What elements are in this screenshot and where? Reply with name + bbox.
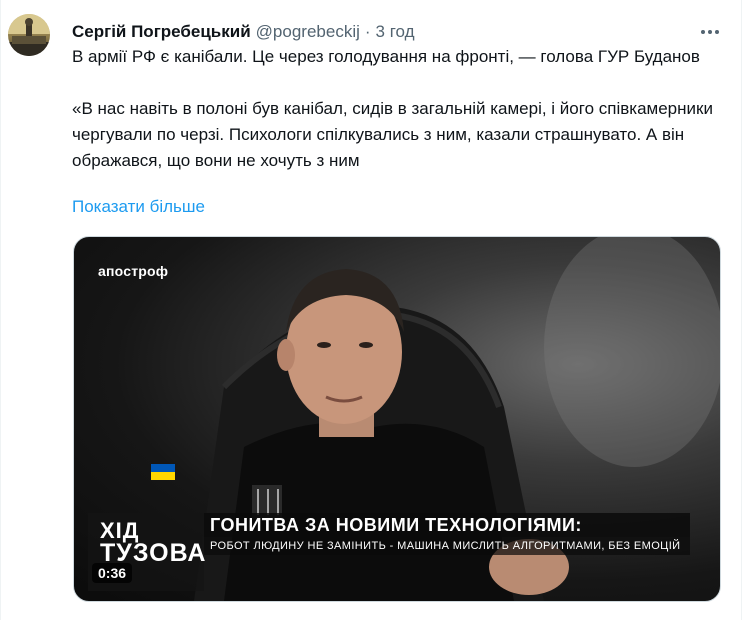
author-name[interactable]: Сергій Погребецький (72, 22, 251, 42)
ukraine-flag-patch-icon (151, 464, 175, 480)
author-handle[interactable]: @pogrebeckij (256, 22, 360, 42)
tweet-actions-row (72, 612, 727, 620)
avatar[interactable] (8, 14, 50, 56)
tweet-text-paragraph: В армії РФ є канібали. Це через голодува… (72, 47, 700, 66)
tweet-timestamp[interactable]: 3 год (376, 22, 415, 42)
timeline-divider-right (741, 0, 742, 620)
more-options-button[interactable] (698, 20, 722, 44)
channel-logo: апостроф (98, 263, 169, 279)
avatar-image (8, 14, 50, 56)
more-horizontal-icon (701, 30, 719, 34)
video-player[interactable]: апостроф ХІД ТУЗОВА ГОНИТВА ЗА НОВИМИ ТЕ… (73, 236, 721, 602)
timeline-divider (0, 0, 1, 620)
tweet-text: В армії РФ є канібали. Це через голодува… (72, 44, 727, 174)
show-more-link[interactable]: Показати більше (72, 194, 205, 220)
separator-dot: · (364, 22, 371, 41)
tweet-card[interactable]: Сергій Погребецький @pogrebeckij · 3 год… (0, 0, 750, 620)
video-subheadline: РОБОТ ЛЮДИНУ НЕ ЗАМІНИТЬ - МАШИНА МИСЛИТ… (210, 540, 681, 552)
tweet-text-quote: «В нас навіть в полоні був канібал, сиді… (72, 99, 713, 170)
video-headline: ГОНИТВА ЗА НОВИМИ ТЕХНОЛОГІЯМИ: (210, 515, 582, 535)
video-duration-badge: 0:36 (92, 563, 133, 583)
